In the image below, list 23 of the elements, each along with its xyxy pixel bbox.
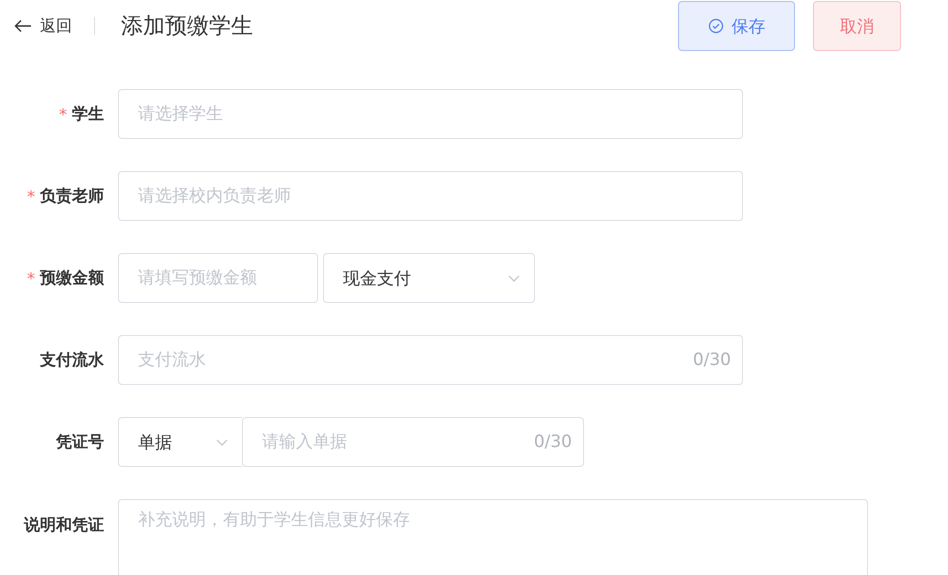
check-circle-icon [708, 18, 724, 34]
char-counter: 0/30 [534, 432, 572, 452]
type-select[interactable]: 单据 [118, 417, 242, 467]
field-label: 学生 [72, 104, 104, 124]
arrow-left-icon [14, 19, 32, 33]
page-title: 添加预缴学生 [121, 13, 253, 41]
required-mark: * [27, 186, 35, 206]
field-label: 说明和凭证 [24, 515, 104, 536]
field-label: 预缴金额 [40, 268, 104, 288]
field-label: 负责老师 [40, 186, 104, 206]
field-label: 凭证号 [56, 432, 104, 452]
back-link[interactable]: 返回 [14, 16, 72, 36]
input-field[interactable]: 请选择学生 [118, 89, 743, 139]
textarea-field[interactable]: 补充说明，有助于学生信息更好保存 [118, 499, 868, 575]
char-counter: 0/30 [692, 350, 731, 370]
amount-field[interactable]: 请填写预缴金额 [118, 253, 318, 303]
required-mark: * [27, 268, 35, 288]
chevron-down-icon [216, 438, 228, 446]
input-field[interactable]: 请选择校内负责老师 [118, 171, 743, 221]
required-mark: * [59, 104, 67, 124]
field-label: 支付流水 [40, 350, 104, 370]
chevron-down-icon [508, 274, 520, 282]
payment-select[interactable]: 现金支付 [323, 253, 535, 303]
